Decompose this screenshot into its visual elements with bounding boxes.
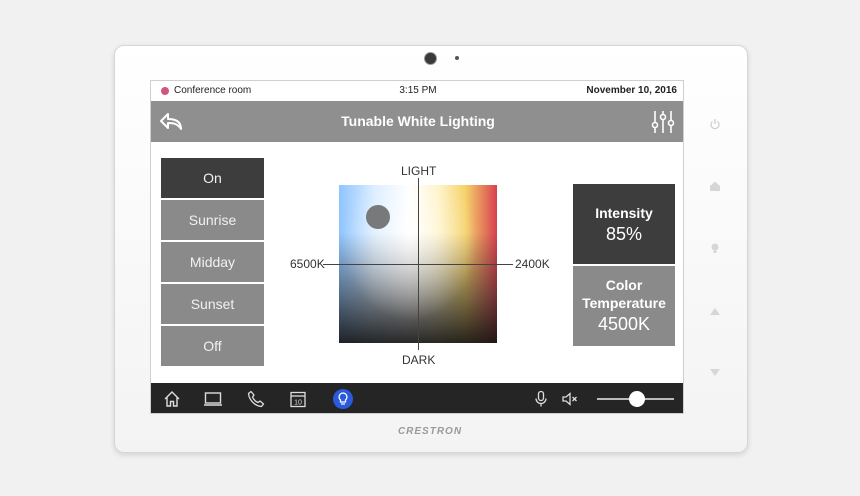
color-temperature-value: 4500K <box>597 314 651 334</box>
light-label: LIGHT <box>401 164 437 178</box>
preset-sunset-button[interactable]: Sunset <box>161 284 264 324</box>
color-temperature-label-1: Color <box>605 277 643 293</box>
volume-slider-handle[interactable] <box>629 391 645 407</box>
brand-logo: CRESTRON <box>397 426 463 437</box>
preset-on-button[interactable]: On <box>161 158 264 198</box>
hw-home-icon[interactable] <box>704 177 726 195</box>
preset-midday-button[interactable]: Midday <box>161 242 264 282</box>
microphone-icon[interactable] <box>531 389 551 409</box>
taskbar: 10 <box>151 383 683 413</box>
color-temperature-tile[interactable]: Color Temperature 4500K <box>573 266 675 346</box>
preset-sunrise-button[interactable]: Sunrise <box>161 200 264 240</box>
lightbulb-icon[interactable] <box>333 389 353 409</box>
hw-lightbulb-icon[interactable] <box>704 239 726 257</box>
date: November 10, 2016 <box>586 85 677 96</box>
intensity-label: Intensity <box>595 205 653 221</box>
color-picker-handle[interactable] <box>366 205 390 229</box>
power-icon[interactable] <box>704 115 726 133</box>
home-icon[interactable] <box>162 389 182 409</box>
light-sensor <box>455 56 459 60</box>
hw-down-icon[interactable] <box>704 364 726 382</box>
sliders-icon[interactable] <box>649 108 677 136</box>
display-icon[interactable] <box>203 389 223 409</box>
mute-icon[interactable] <box>560 389 580 409</box>
warm-temp-label: 2400K <box>515 257 550 271</box>
status-bar: Conference room 3:15 PM November 10, 201… <box>151 81 683 101</box>
intensity-value: 85% <box>605 224 643 244</box>
calendar-day: 10 <box>294 400 302 407</box>
intensity-tile[interactable]: Intensity 85% <box>573 184 675 264</box>
header-bar: Tunable White Lighting <box>151 101 683 142</box>
color-temperature-label-2: Temperature <box>582 295 666 311</box>
page-title: Tunable White Lighting <box>341 113 495 129</box>
color-picker-area: LIGHT DARK 6500K 2400K <box>281 161 551 371</box>
vertical-axis-line <box>418 178 419 350</box>
preset-list: On Sunrise Midday Sunset Off <box>161 158 264 368</box>
touch-screen: Conference room 3:15 PM November 10, 201… <box>150 80 684 414</box>
calendar-icon[interactable]: 10 <box>288 389 308 409</box>
cool-temp-label: 6500K <box>290 257 325 271</box>
camera-lens <box>424 52 437 65</box>
dark-label: DARK <box>402 353 436 367</box>
preset-off-button[interactable]: Off <box>161 326 264 366</box>
phone-icon[interactable] <box>246 389 266 409</box>
hw-up-icon[interactable] <box>704 302 726 320</box>
